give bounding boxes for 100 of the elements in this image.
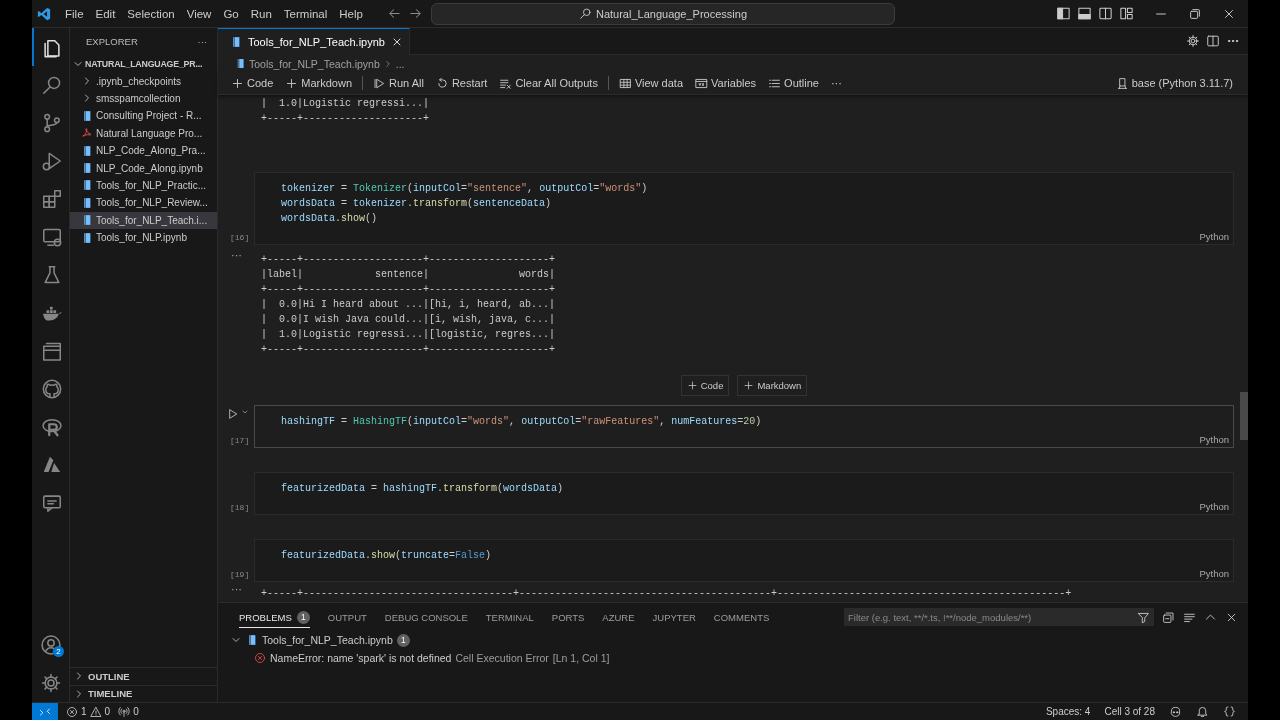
- add-cell-button[interactable]: Code: [680, 375, 730, 396]
- settings-icon[interactable]: [39, 672, 62, 694]
- error-icon: [66, 705, 78, 718]
- toolbar-button[interactable]: Outline: [763, 74, 824, 92]
- extensions-icon[interactable]: [40, 188, 63, 210]
- output-menu-button[interactable]: ···: [231, 582, 242, 597]
- notebook-file-icon: [81, 179, 93, 192]
- language-label[interactable]: Python: [1199, 434, 1229, 445]
- file-tree-item[interactable]: NLP_Code_Along_Pra...: [70, 141, 217, 160]
- menu-item[interactable]: Edit: [89, 4, 122, 23]
- filter-icon[interactable]: [1137, 610, 1150, 624]
- split-editor-icon[interactable]: [1206, 34, 1220, 48]
- menu-item[interactable]: View: [180, 4, 218, 23]
- menu-item[interactable]: File: [59, 4, 90, 23]
- remote-icon[interactable]: [40, 226, 63, 248]
- panel-tab[interactable]: AZURE: [602, 607, 635, 627]
- toolbar-button[interactable]: Code: [226, 74, 279, 92]
- section-header[interactable]: OUTLINE: [70, 667, 217, 685]
- file-tree-item[interactable]: .ipynb_checkpoints: [70, 72, 217, 90]
- panel-tab[interactable]: PORTS: [551, 607, 585, 627]
- language-label[interactable]: Python: [1199, 501, 1229, 512]
- braces-icon[interactable]: [1223, 705, 1236, 718]
- file-tree-item[interactable]: Tools_for_NLP.ipynb: [70, 228, 217, 247]
- breadcrumb-item[interactable]: Tools_for_NLP_Teach.ipynb: [249, 57, 380, 70]
- more-actions-button[interactable]: ···: [825, 75, 847, 91]
- toolbar-button[interactable]: Markdown: [280, 74, 358, 92]
- restore-icon[interactable]: [1188, 6, 1202, 21]
- customize-layout-icon[interactable]: [1119, 6, 1134, 21]
- ports-status[interactable]: 0: [118, 705, 139, 718]
- error-message[interactable]: NameError: name 'spark' is not defined: [270, 652, 452, 664]
- menu-item[interactable]: Go: [217, 4, 245, 23]
- language-label[interactable]: Python: [1199, 231, 1229, 242]
- panel-tab[interactable]: JUPYTER: [652, 607, 696, 627]
- folder-header[interactable]: NATURAL_LANGUAGE_PR...: [70, 55, 217, 73]
- breadcrumb-item[interactable]: ...: [395, 57, 405, 70]
- kernel-icon: [1115, 76, 1129, 90]
- copilot-icon[interactable]: [1169, 705, 1182, 718]
- close-icon[interactable]: [391, 36, 403, 48]
- warning-icon: [89, 705, 102, 718]
- file-tree-item[interactable]: Tools_for_NLP_Review...: [70, 194, 217, 212]
- chevron-down-icon[interactable]: [241, 408, 249, 416]
- github-icon[interactable]: [40, 378, 63, 400]
- bell-icon[interactable]: [1196, 705, 1209, 718]
- notebook-file-icon: [246, 634, 258, 646]
- file-tree-item[interactable]: Tools_for_NLP_Teach.i...: [70, 211, 217, 229]
- arrow-right-icon[interactable]: [408, 6, 423, 21]
- file-tree-item[interactable]: Natural Language Pro...: [70, 124, 217, 142]
- file-tree-item[interactable]: smsspamcollection: [70, 89, 217, 108]
- panel-tab[interactable]: TERMINAL: [485, 607, 534, 627]
- cell-position-status[interactable]: Cell 3 of 28: [1104, 706, 1155, 717]
- file-tree-item[interactable]: NLP_Code_Along.ipynb: [70, 159, 217, 177]
- filter-field[interactable]: Filter (e.g. text, **/*.ts, !**/node_modules/**): [844, 608, 1154, 626]
- file-tree-item[interactable]: Tools_for_NLP_Practic...: [70, 176, 217, 195]
- file-tree-item[interactable]: Consulting Project - R...: [70, 107, 217, 125]
- code-line: wordsData.show(): [281, 212, 379, 226]
- code-cell[interactable]: featurizedData.show(truncate=False) Python: [254, 539, 1234, 582]
- toolbar-button[interactable]: Run All: [368, 74, 429, 92]
- collapse-all-icon[interactable]: [1162, 610, 1175, 624]
- menu-item[interactable]: Selection: [121, 4, 181, 23]
- run-debug-icon[interactable]: [40, 150, 63, 172]
- code-line: hashingTF = HashingTF(inputCol="words", outputCol="rawFeatures", numFeatures=20): [281, 415, 763, 429]
- output-line: +-----+--------------------+: [261, 112, 431, 126]
- chat-icon[interactable]: [40, 492, 63, 514]
- output-line: |label| sentence| words|: [261, 268, 557, 282]
- add-cell-button[interactable]: Markdown: [737, 375, 808, 396]
- stack-icon[interactable]: [40, 340, 63, 362]
- toolbar-button[interactable]: Clear All Outputs: [494, 74, 603, 92]
- code-cell[interactable]: hashingTF = HashingTF(inputCol="words", outputCol="rawFeatures", numFeatures=20) Python: [254, 405, 1234, 448]
- language-label[interactable]: Python: [1199, 568, 1229, 579]
- r-icon[interactable]: [40, 416, 63, 438]
- panel-tab[interactable]: OUTPUT: [327, 607, 367, 627]
- menu-item[interactable]: Help: [333, 4, 369, 23]
- variables-icon: [695, 76, 709, 90]
- scrollbar-thumb[interactable]: [1240, 392, 1248, 440]
- account-icon[interactable]: [39, 634, 62, 656]
- arrow-left-icon[interactable]: [387, 6, 402, 21]
- search-icon[interactable]: [40, 74, 63, 96]
- menu-item[interactable]: Run: [244, 4, 278, 23]
- split-layout-icon[interactable]: [1098, 6, 1113, 21]
- toolbar-button[interactable]: Restart: [430, 74, 493, 92]
- kernel-picker[interactable]: base (Python 3.11.7): [1110, 74, 1238, 92]
- toolbar-button[interactable]: Variables: [690, 74, 762, 92]
- problem-file[interactable]: Tools_for_NLP_Teach.ipynb 1: [218, 631, 1248, 649]
- panel-tab[interactable]: PROBLEMS 1: [239, 606, 310, 628]
- output-menu-button[interactable]: ···: [231, 248, 242, 263]
- code-cell[interactable]: featurizedData = hashingTF.transform(wordsData) Python: [254, 472, 1234, 515]
- menu-item[interactable]: Terminal: [277, 4, 334, 23]
- settings-icon[interactable]: [1186, 34, 1200, 48]
- sidebar-toggle-icon[interactable]: [1056, 6, 1071, 21]
- editor-tab[interactable]: Tools_for_NLP_Teach.ipynb: [218, 28, 410, 55]
- panel-toggle-icon[interactable]: [1077, 6, 1092, 21]
- code-cell[interactable]: tokenizer = Tokenizer(inputCol="sentence", outputCol="words") wordsData = tokenizer.transform(sentenceData) wordsData.show() Python: [254, 172, 1234, 245]
- command-center[interactable]: Natural_Language_Processing: [431, 2, 895, 25]
- problems-status[interactable]: 1 0: [66, 705, 111, 718]
- panel-tab[interactable]: DEBUG CONSOLE: [384, 607, 468, 627]
- panel-tab[interactable]: COMMENTS: [713, 607, 770, 627]
- more-actions-button[interactable]: ···: [197, 36, 207, 47]
- indentation-status[interactable]: Spaces: 4: [1045, 706, 1091, 717]
- toolbar-button[interactable]: View data: [613, 74, 689, 92]
- run-cell-icon[interactable]: [227, 408, 239, 420]
